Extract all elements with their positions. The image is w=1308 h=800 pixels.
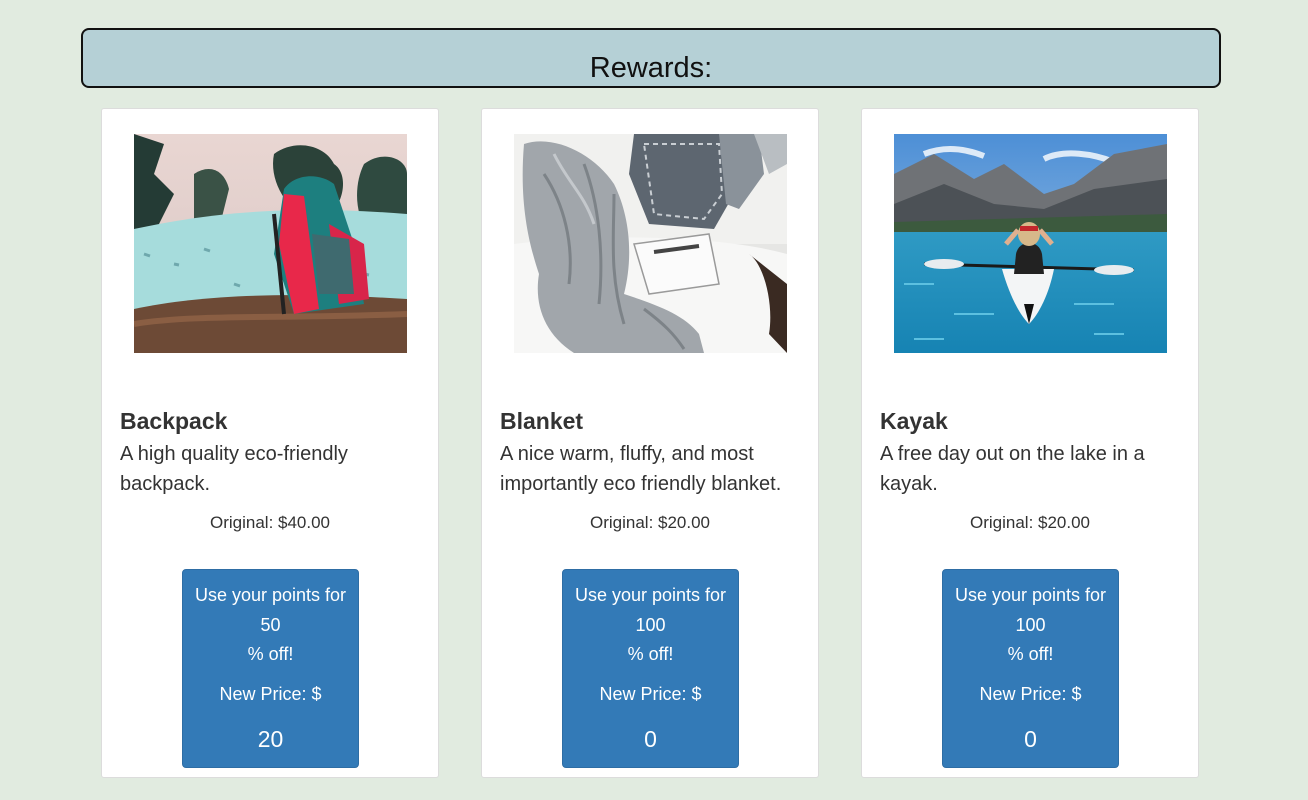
- original-price: Original: $20.00: [969, 513, 1091, 532]
- reward-description: A free day out on the lake in a kayak.: [880, 443, 1145, 495]
- new-price-label: New Price: $: [219, 684, 322, 704]
- new-price-label: New Price: $: [979, 684, 1082, 704]
- reward-card-kayak: Kayak A free day out on the lake in a ka…: [861, 108, 1199, 778]
- reward-title: Backpack: [120, 408, 228, 434]
- redeem-points-button[interactable]: Use your points for 100 % off! New Price…: [562, 569, 739, 768]
- rewards-header: Rewards:: [81, 28, 1221, 88]
- new-price-value: 20: [257, 726, 284, 752]
- button-suffix-text: % off!: [1007, 644, 1054, 664]
- button-suffix-text: % off!: [247, 644, 294, 664]
- points-percent-value: 100: [635, 615, 666, 635]
- new-price-label: New Price: $: [599, 684, 702, 704]
- redeem-points-button[interactable]: Use your points for 100 % off! New Price…: [942, 569, 1119, 768]
- reward-card-backpack: Backpack A high quality eco-friendly bac…: [101, 108, 439, 778]
- button-suffix-text: % off!: [627, 644, 674, 664]
- button-prefix-text: Use your points for: [574, 585, 727, 605]
- page-title: Rewards:: [589, 52, 713, 84]
- button-prefix-text: Use your points for: [194, 585, 347, 605]
- reward-title: Kayak: [880, 408, 948, 434]
- reward-card-blanket: Blanket A nice warm, fluffy, and most im…: [481, 108, 819, 778]
- button-prefix-text: Use your points for: [954, 585, 1107, 605]
- original-price: Original: $40.00: [209, 513, 331, 532]
- new-price-value: 0: [644, 726, 657, 752]
- points-percent-value: 50: [260, 615, 281, 635]
- blanket-image: [514, 134, 787, 353]
- reward-description: A nice warm, fluffy, and most importantl…: [500, 443, 782, 495]
- reward-description: A high quality eco-friendly backpack.: [120, 443, 348, 495]
- original-price: Original: $20.00: [589, 513, 711, 532]
- backpack-image: [134, 134, 407, 353]
- reward-title: Blanket: [500, 408, 584, 434]
- new-price-value: 0: [1024, 726, 1037, 752]
- kayak-image: [894, 134, 1167, 353]
- points-percent-value: 100: [1015, 615, 1046, 635]
- redeem-points-button[interactable]: Use your points for 50 % off! New Price:…: [182, 569, 359, 768]
